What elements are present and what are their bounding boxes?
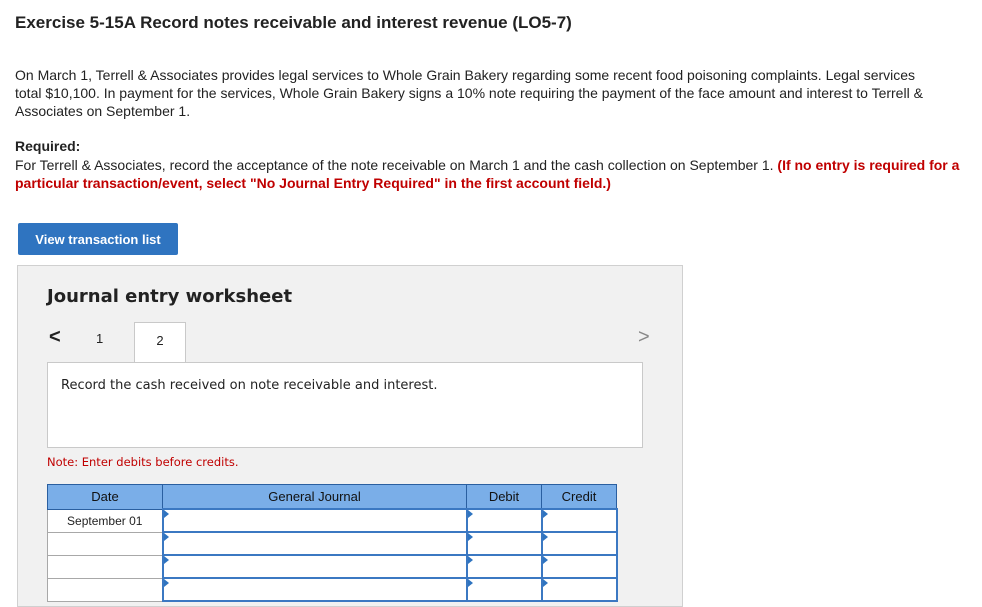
column-header-date: Date — [47, 484, 163, 510]
chevron-left-icon[interactable]: < — [49, 326, 61, 349]
dropdown-marker-icon — [163, 510, 169, 518]
instruction-text: Record the cash received on note receiva… — [61, 378, 438, 393]
page-title: Exercise 5-15A Record notes receivable a… — [15, 13, 572, 32]
dropdown-marker-icon — [542, 556, 548, 564]
credit-input[interactable] — [540, 508, 618, 533]
entry-note: Note: Enter debits before credits. — [47, 455, 239, 469]
account-select[interactable] — [161, 554, 468, 579]
account-select[interactable] — [161, 531, 468, 556]
date-cell — [47, 531, 163, 556]
dropdown-marker-icon — [163, 556, 169, 564]
column-header-general-journal: General Journal — [162, 484, 467, 510]
dropdown-marker-icon — [163, 533, 169, 541]
dropdown-marker-icon — [467, 556, 473, 564]
worksheet-title: Journal entry worksheet — [47, 286, 293, 307]
view-transaction-list-button[interactable]: View transaction list — [18, 223, 178, 255]
debit-input[interactable] — [465, 554, 543, 579]
dropdown-marker-icon — [467, 579, 473, 587]
credit-input[interactable] — [540, 531, 618, 556]
dropdown-marker-icon — [467, 533, 473, 541]
column-header-debit: Debit — [466, 484, 542, 510]
debit-input[interactable] — [465, 508, 543, 533]
debit-input[interactable] — [465, 531, 543, 556]
column-header-credit: Credit — [541, 484, 617, 510]
chevron-right-icon[interactable]: > — [638, 326, 650, 349]
dropdown-marker-icon — [542, 579, 548, 587]
problem-description: On March 1, Terrell & Associates provide… — [15, 67, 923, 119]
journal-entry-worksheet: Journal entry worksheet < 1 2 > Record t… — [17, 265, 683, 607]
dropdown-marker-icon — [542, 533, 548, 541]
journal-table: Date General Journal Debit Credit Septem… — [47, 484, 618, 602]
required-text: For Terrell & Associates, record the acc… — [15, 157, 774, 173]
account-select[interactable] — [161, 508, 468, 533]
dropdown-marker-icon — [542, 510, 548, 518]
dropdown-marker-icon — [163, 579, 169, 587]
date-cell — [47, 554, 163, 579]
credit-input[interactable] — [540, 554, 618, 579]
worksheet-tab-1[interactable]: 1 — [96, 331, 103, 346]
worksheet-tab-2[interactable]: 2 — [134, 322, 186, 363]
table-row — [47, 531, 618, 556]
date-cell: September 01 — [47, 508, 163, 533]
table-row — [47, 554, 618, 579]
dropdown-marker-icon — [467, 510, 473, 518]
required-label: Required: — [15, 138, 81, 154]
instruction-box: Record the cash received on note receiva… — [47, 362, 643, 448]
table-row: September 01 — [47, 508, 618, 533]
required-instructions: For Terrell & Associates, record the acc… — [15, 156, 960, 192]
